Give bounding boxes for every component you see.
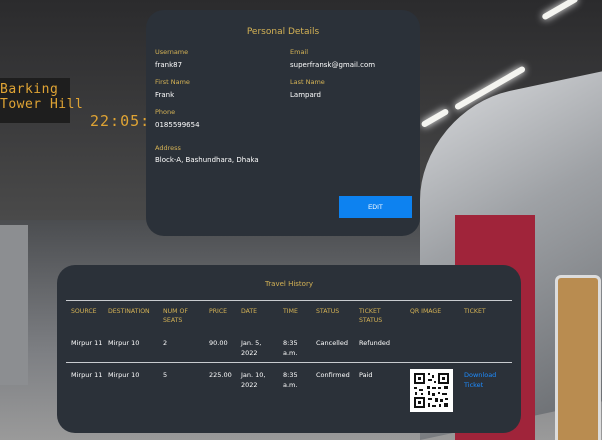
column-header-price: PRICE xyxy=(209,308,228,315)
row1-seats: 2 xyxy=(163,339,168,347)
sign-text-2: Tower Hill xyxy=(0,97,84,112)
email-label: Email xyxy=(290,48,309,56)
row1-time: 8:35 a.m. xyxy=(283,339,298,357)
column-header-ticket: TICKET xyxy=(464,308,486,315)
edit-button[interactable]: EDIT xyxy=(339,196,412,218)
address-value: Block-A, Bashundhara, Dhaka xyxy=(155,156,259,164)
row2-price: 225.00 xyxy=(209,371,232,379)
first-name-label: First Name xyxy=(155,78,190,86)
sign-text-1: Barking xyxy=(0,82,59,97)
qr-code-image xyxy=(410,369,453,412)
email-value: superfransk@gmail.com xyxy=(290,61,376,69)
row1-source: Mirpur 11 xyxy=(71,339,103,347)
row1-ticket-status: Refunded xyxy=(359,339,391,347)
username-label: Username xyxy=(155,48,189,56)
first-name-value: Frank xyxy=(155,91,175,99)
last-name-label: Last Name xyxy=(290,78,325,86)
personal-details-card: Personal Details Username frank87 Email … xyxy=(146,10,420,236)
station-pillar xyxy=(0,225,28,385)
row2-status: Confirmed xyxy=(316,371,350,379)
column-header-destination: DESTINATION xyxy=(108,308,150,315)
row2-time: 8:35 a.m. xyxy=(283,371,298,389)
row1-status: Cancelled xyxy=(316,339,348,347)
download-ticket-link[interactable]: Download Ticket xyxy=(464,370,504,390)
column-header-ticket-status: TICKET STATUS xyxy=(359,308,383,324)
phone-label: Phone xyxy=(155,108,176,116)
username-value: frank87 xyxy=(155,61,183,69)
row2-date: Jan. 10, 2022 xyxy=(241,371,266,389)
column-header-time: TIME xyxy=(283,308,298,315)
train-door xyxy=(555,275,601,440)
column-header-date: DATE xyxy=(241,308,258,315)
column-header-status: STATUS xyxy=(316,308,340,315)
last-name-value: Lampard xyxy=(290,91,321,99)
column-header-num-of-seats: NUM OF SEATS xyxy=(163,308,188,324)
column-header-source: SOURCE xyxy=(71,308,97,315)
row1-date: Jan. 5, 2022 xyxy=(241,339,262,357)
address-label: Address xyxy=(155,144,181,152)
column-header-qr-image: QR IMAGE xyxy=(410,308,442,315)
travel-history-card: Travel History SOURCE DESTINATION NUM OF… xyxy=(57,265,521,433)
row1-destination: Mirpur 10 xyxy=(108,339,140,347)
table-header-top-border xyxy=(66,300,512,301)
travel-history-title: Travel History xyxy=(265,280,313,288)
row2-seats: 5 xyxy=(163,371,168,379)
phone-value: 0185599654 xyxy=(155,121,200,129)
row2-ticket-status: Paid xyxy=(359,371,373,379)
row1-price: 90.00 xyxy=(209,339,228,347)
row2-destination: Mirpur 10 xyxy=(108,371,140,379)
row-divider xyxy=(66,362,512,363)
row2-source: Mirpur 11 xyxy=(71,371,103,379)
personal-details-title: Personal Details xyxy=(246,27,320,37)
